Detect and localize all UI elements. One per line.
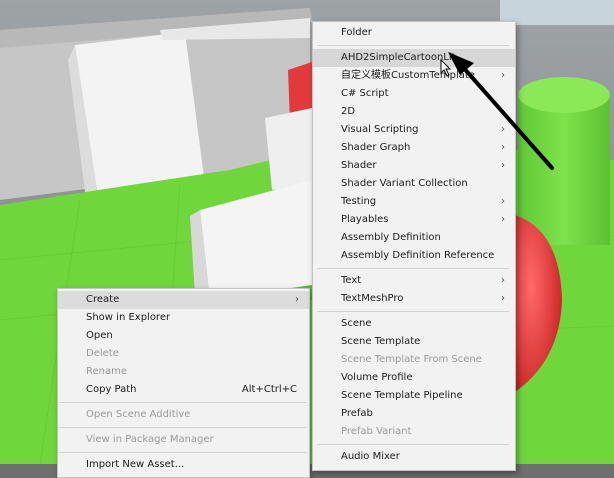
menu-item-label: Audio Mixer <box>341 451 400 462</box>
menu-item-custom-template[interactable]: 自定义模板CustomTemplate › <box>313 67 515 85</box>
chevron-right-icon: › <box>501 70 505 81</box>
menu-item-label: AHD2SimpleCartoonLit <box>341 52 456 63</box>
menu-item-copy-path[interactable]: Copy Path Alt+Ctrl+C <box>58 381 309 399</box>
menu-item-label: TextMeshPro <box>341 293 404 304</box>
menu-item-rename: Rename <box>58 363 309 381</box>
menu-item-label: Delete <box>86 348 119 359</box>
menu-item-label: Prefab <box>341 408 373 419</box>
chevron-right-icon: › <box>501 196 505 207</box>
menu-item-text[interactable]: Text › <box>313 272 515 290</box>
menu-item-label: Import New Asset... <box>86 459 185 470</box>
chevron-right-icon: › <box>501 106 505 117</box>
menu-item-delete: Delete <box>58 345 309 363</box>
menu-item-label: Testing <box>341 196 377 207</box>
shortcut-label: Alt+Ctrl+C <box>241 384 297 395</box>
menu-item-folder[interactable]: Folder <box>313 24 515 42</box>
menu-item-label: Shader <box>341 160 377 171</box>
menu-item-label: Playables <box>341 214 389 225</box>
chevron-right-icon: › <box>501 293 505 304</box>
menu-item-prefab[interactable]: Prefab <box>313 405 515 423</box>
menu-item-shader-variant-collection[interactable]: Shader Variant Collection <box>313 175 515 193</box>
chevron-right-icon: › <box>501 160 505 171</box>
menu-item-label: Prefab Variant <box>341 426 412 437</box>
menu-item-shader-graph[interactable]: Shader Graph › <box>313 139 515 157</box>
menu-item-label: View in Package Manager <box>86 434 214 445</box>
menu-item-testing[interactable]: Testing › <box>313 193 515 211</box>
menu-item-label: Rename <box>86 366 128 377</box>
menu-item-label: Shader Variant Collection <box>341 178 468 189</box>
menu-item-show-in-explorer[interactable]: Show in Explorer <box>58 309 309 327</box>
menu-item-scene[interactable]: Scene <box>313 315 515 333</box>
menu-item-label: 2D <box>341 106 356 117</box>
menu-item-label: Scene Template From Scene <box>341 354 482 365</box>
menu-item-label: Show in Explorer <box>86 312 171 323</box>
menu-item-textmeshpro[interactable]: TextMeshPro › <box>313 290 515 308</box>
menu-item-ahd2-simple-cartoon-lit[interactable]: AHD2SimpleCartoonLit <box>313 49 515 67</box>
menu-item-label: Open <box>86 330 113 341</box>
menu-item-audio-mixer[interactable]: Audio Mixer <box>313 448 515 466</box>
menu-item-view-in-package-manager: View in Package Manager <box>58 431 309 449</box>
menu-item-visual-scripting[interactable]: Visual Scripting › <box>313 121 515 139</box>
menu-item-label: Copy Path <box>86 384 137 395</box>
menu-separator <box>317 45 509 46</box>
menu-item-scene-template-pipeline[interactable]: Scene Template Pipeline <box>313 387 515 405</box>
menu-item-scene-template-from-scene: Scene Template From Scene <box>313 351 515 369</box>
menu-item-csharp-script[interactable]: C# Script <box>313 85 515 103</box>
menu-item-label: Open Scene Additive <box>86 409 191 420</box>
menu-item-create[interactable]: Create › <box>58 291 309 309</box>
chevron-right-icon: › <box>501 124 505 135</box>
menu-item-label: Shader Graph <box>341 142 411 153</box>
menu-item-label: Assembly Definition <box>341 232 441 243</box>
menu-item-label: Assembly Definition Reference <box>341 250 495 261</box>
create-submenu: Folder AHD2SimpleCartoonLit 自定义模板CustomT… <box>312 21 516 471</box>
menu-item-assembly-definition-reference[interactable]: Assembly Definition Reference <box>313 247 515 265</box>
menu-item-label: Volume Profile <box>341 372 413 383</box>
menu-item-label: Scene <box>341 318 372 329</box>
menu-item-label: Text <box>341 275 362 286</box>
menu-item-import-new-asset[interactable]: Import New Asset... <box>58 456 309 474</box>
menu-separator <box>317 268 509 269</box>
menu-item-shader[interactable]: Shader › <box>313 157 515 175</box>
chevron-right-icon: › <box>501 275 505 286</box>
menu-item-open-scene-additive: Open Scene Additive <box>58 406 309 424</box>
menu-item-label: Scene Template <box>341 336 421 347</box>
menu-item-volume-profile[interactable]: Volume Profile <box>313 369 515 387</box>
menu-separator <box>60 427 307 428</box>
menu-item-open[interactable]: Open <box>58 327 309 345</box>
chevron-right-icon: › <box>295 294 299 305</box>
chevron-right-icon: › <box>501 214 505 225</box>
project-context-menu: Create › Show in Explorer Open Delete Re… <box>57 288 310 478</box>
menu-item-label: C# Script <box>341 88 389 99</box>
menu-item-prefab-variant: Prefab Variant <box>313 423 515 441</box>
menu-item-label: Scene Template Pipeline <box>341 390 463 401</box>
chevron-right-icon: › <box>501 142 505 153</box>
menu-item-label: 自定义模板CustomTemplate <box>341 70 475 81</box>
menu-item-playables[interactable]: Playables › <box>313 211 515 229</box>
menu-item-scene-template[interactable]: Scene Template <box>313 333 515 351</box>
menu-item-label: Folder <box>341 27 372 38</box>
menu-separator <box>60 402 307 403</box>
menu-item-label: Create <box>86 294 120 305</box>
menu-item-label: Visual Scripting <box>341 124 419 135</box>
menu-separator <box>60 452 307 453</box>
menu-item-assembly-definition[interactable]: Assembly Definition <box>313 229 515 247</box>
menu-item-2d[interactable]: 2D › <box>313 103 515 121</box>
menu-separator <box>317 311 509 312</box>
menu-separator <box>317 444 509 445</box>
